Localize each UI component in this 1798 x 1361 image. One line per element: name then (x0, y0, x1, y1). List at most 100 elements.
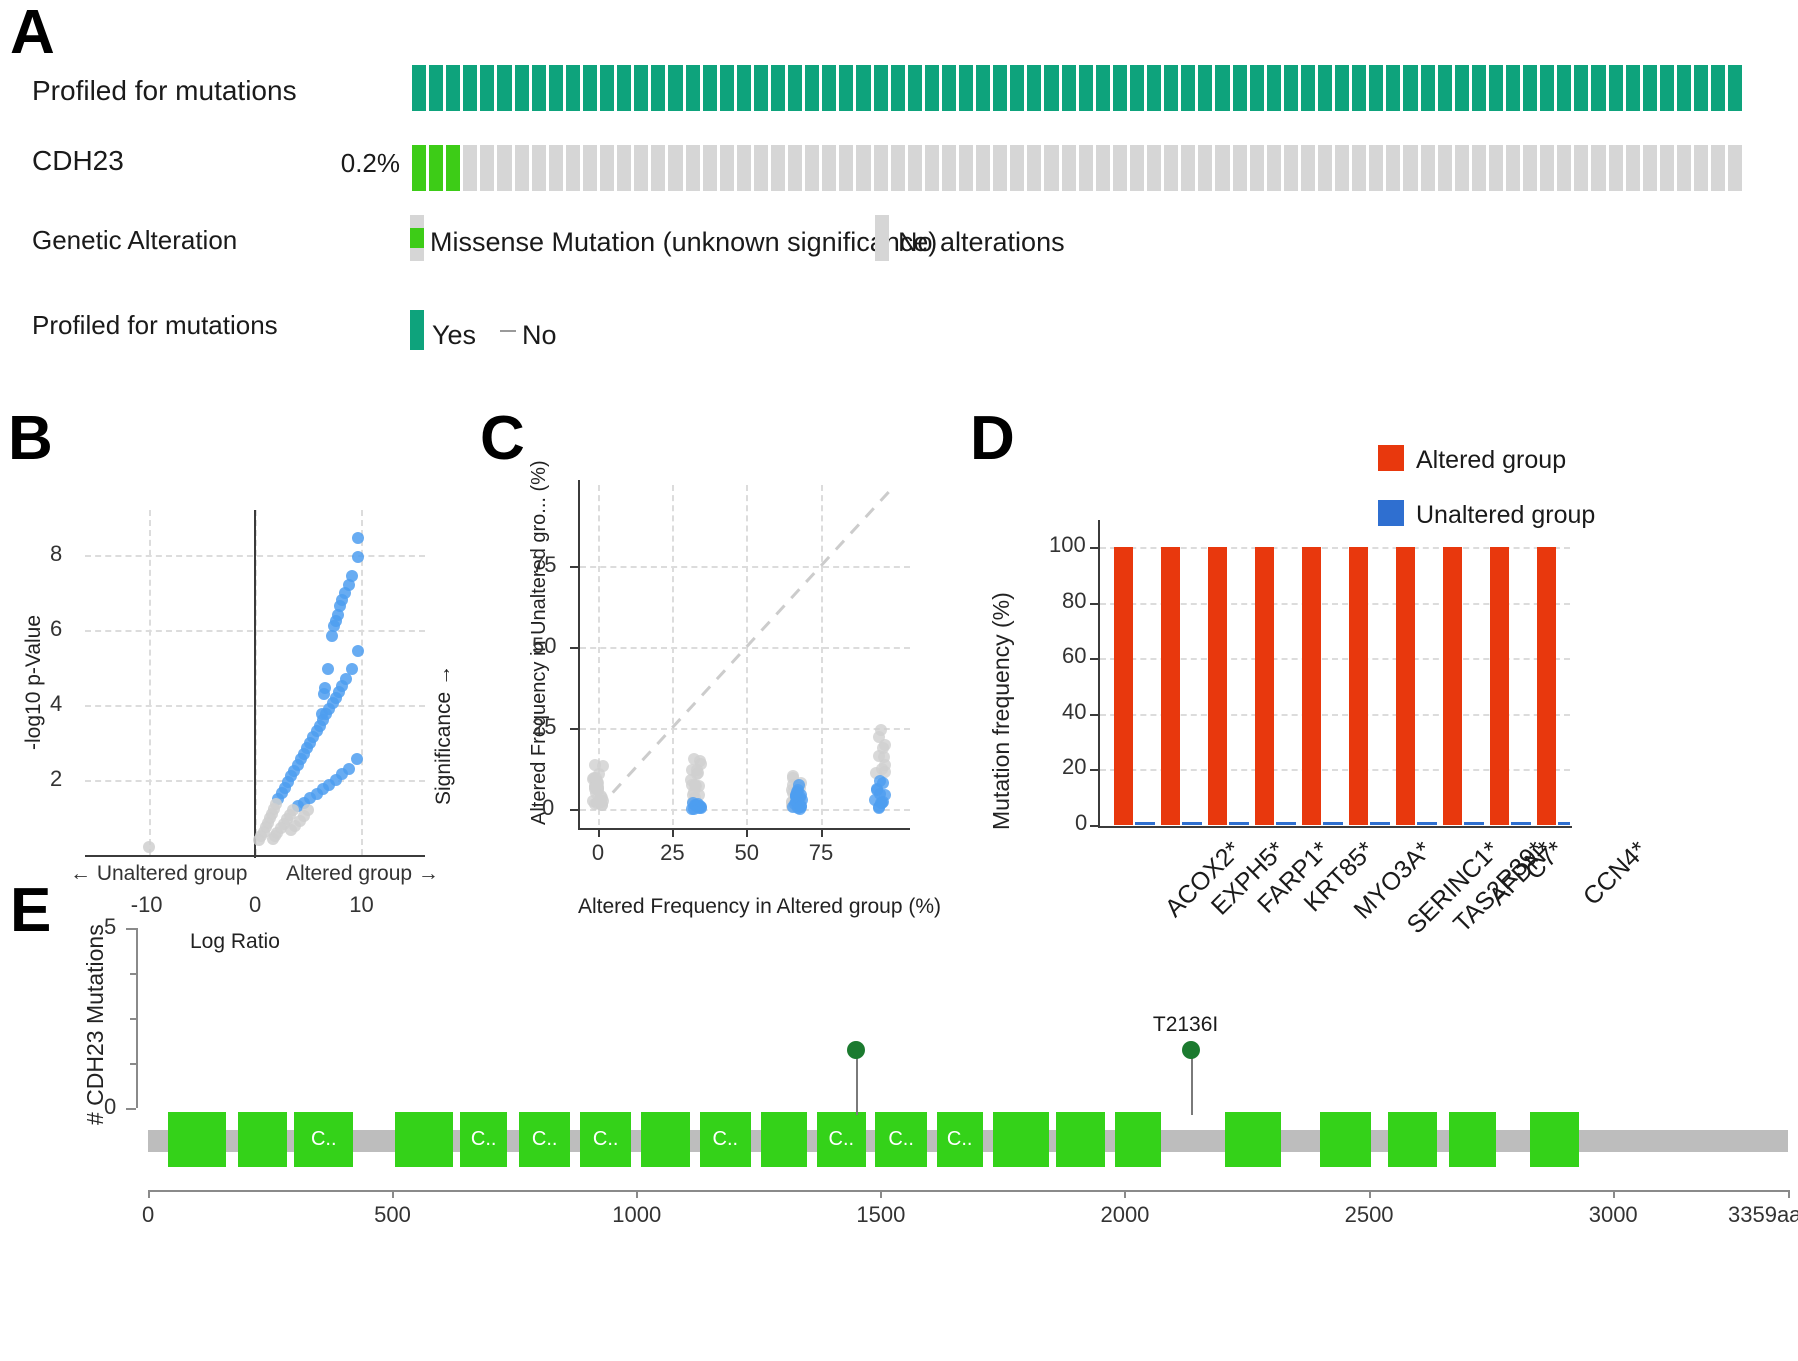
oncoprint-cell-gene[interactable] (770, 145, 786, 191)
oncoprint-cell-profiled[interactable] (976, 65, 991, 111)
oncoprint-cell-profiled[interactable] (1215, 65, 1230, 111)
oncoprint-cell-gene[interactable] (1471, 145, 1486, 191)
oncoprint-cell-gene[interactable] (1232, 145, 1247, 191)
oncoprint-cell-gene[interactable] (1129, 145, 1145, 191)
panel-d-bar-unaltered[interactable] (1370, 822, 1391, 825)
oncoprint-cell-gene[interactable] (1454, 145, 1469, 191)
panel-e-domain-0[interactable] (167, 1112, 227, 1167)
oncoprint-cell-gene[interactable] (1078, 145, 1093, 191)
oncoprint-cell-gene[interactable] (1164, 145, 1179, 191)
oncoprint-cell-gene[interactable] (548, 145, 563, 191)
oncoprint-cell-profiled[interactable] (1061, 65, 1076, 111)
oncoprint-cell-gene[interactable] (1591, 145, 1606, 191)
panel-e-domain-5[interactable]: C.. (519, 1112, 571, 1167)
oncoprint-cell-profiled[interactable] (770, 65, 786, 111)
panel-e-domain-13[interactable] (992, 1112, 1049, 1167)
panel-e-lollipop-head-1[interactable] (1181, 1041, 1200, 1059)
oncoprint-cell-gene[interactable] (668, 145, 683, 191)
oncoprint-cell-profiled[interactable] (1369, 65, 1384, 111)
oncoprint-cell-profiled[interactable] (924, 65, 939, 111)
oncoprint-cell-profiled[interactable] (822, 65, 837, 111)
oncoprint-cell-gene[interactable] (907, 145, 922, 191)
panel-e-domain-6[interactable]: C.. (580, 1112, 632, 1167)
oncoprint-cell-profiled[interactable] (702, 65, 717, 111)
oncoprint-cell-profiled[interactable] (1642, 65, 1657, 111)
oncoprint-cell-profiled[interactable] (890, 65, 905, 111)
oncoprint-cell-profiled[interactable] (856, 65, 871, 111)
oncoprint-cell-gene[interactable] (651, 145, 666, 191)
panel-e-domain-15[interactable] (1114, 1112, 1162, 1167)
oncoprint-cell-profiled[interactable] (412, 65, 427, 111)
panel-c-plot-area[interactable] (580, 485, 910, 825)
oncoprint-cell-profiled[interactable] (839, 65, 854, 111)
panel-e-protein-track[interactable]: C.. C.. C.. C.. C.. C.. C.. C.. (148, 1112, 1788, 1167)
oncoprint-cell-gene[interactable] (788, 145, 803, 191)
panel-d-bar-unaltered[interactable] (1182, 822, 1203, 825)
panel-d-bar-altered[interactable] (1348, 547, 1369, 825)
oncoprint-cell-profiled[interactable] (685, 65, 700, 111)
panel-e-domain-2[interactable]: C.. (294, 1112, 354, 1167)
oncoprint-cell-gene[interactable] (1437, 145, 1452, 191)
panel-d-bar-altered[interactable] (1536, 547, 1557, 825)
oncoprint-cell-profiled[interactable] (1711, 65, 1726, 111)
oncoprint-cell-profiled[interactable] (1591, 65, 1606, 111)
oncoprint-cell-profiled[interactable] (1147, 65, 1162, 111)
oncoprint-cell-gene[interactable] (1027, 145, 1042, 191)
panel-e-domain-18[interactable] (1388, 1112, 1437, 1167)
oncoprint-cell-profiled[interactable] (565, 65, 580, 111)
oncoprint-cell-profiled[interactable] (753, 65, 768, 111)
oncoprint-cell-gene[interactable] (1659, 145, 1674, 191)
oncoprint-cell-profiled[interactable] (1420, 65, 1435, 111)
oncoprint-cell-gene[interactable] (1488, 145, 1503, 191)
oncoprint-cell-gene[interactable] (1198, 145, 1213, 191)
oncoprint-cell-profiled[interactable] (1027, 65, 1042, 111)
oncoprint-cell-gene[interactable] (1061, 145, 1076, 191)
oncoprint-cell-profiled[interactable] (1659, 65, 1674, 111)
oncoprint-cell-gene[interactable] (1335, 145, 1350, 191)
oncoprint-cell-gene[interactable] (1557, 145, 1572, 191)
oncoprint-cell-profiled[interactable] (1078, 65, 1093, 111)
oncoprint-cell-profiled[interactable] (907, 65, 922, 111)
oncoprint-cell-profiled[interactable] (1540, 65, 1555, 111)
oncoprint-cell-gene[interactable] (1403, 145, 1418, 191)
oncoprint-cell-profiled[interactable] (788, 65, 803, 111)
oncoprint-cell-gene[interactable] (1625, 145, 1640, 191)
panel-d-bar-altered[interactable] (1160, 547, 1181, 825)
oncoprint-cell-gene[interactable] (1317, 145, 1333, 191)
oncoprint-cell-gene[interactable] (890, 145, 905, 191)
oncoprint-cell-gene[interactable] (702, 145, 717, 191)
oncoprint-cell-profiled[interactable] (1010, 65, 1025, 111)
oncoprint-cell-gene[interactable] (1506, 145, 1521, 191)
oncoprint-cell-gene[interactable] (1676, 145, 1692, 191)
panel-d-plot-area[interactable] (1100, 525, 1570, 825)
oncoprint-cell-gene[interactable] (446, 145, 461, 191)
oncoprint-cell-profiled[interactable] (1471, 65, 1486, 111)
panel-d-bar-unaltered[interactable] (1558, 822, 1570, 825)
oncoprint-cell-gene[interactable] (839, 145, 854, 191)
oncoprint-cell-gene[interactable] (1642, 145, 1657, 191)
panel-d-bar-altered[interactable] (1442, 547, 1463, 825)
oncoprint-cell-gene[interactable] (736, 145, 751, 191)
oncoprint-cell-profiled[interactable] (1181, 65, 1196, 111)
oncoprint-cell-profiled[interactable] (1300, 65, 1315, 111)
oncoprint-cell-gene[interactable] (1215, 145, 1230, 191)
oncoprint-cell-gene[interactable] (1181, 145, 1196, 191)
oncoprint-cell-gene[interactable] (1095, 145, 1110, 191)
oncoprint-cell-gene[interactable] (1283, 145, 1298, 191)
oncoprint-cell-gene[interactable] (514, 145, 529, 191)
oncoprint-cell-gene[interactable] (822, 145, 837, 191)
oncoprint-cell-gene[interactable] (1147, 145, 1162, 191)
oncoprint-cell-gene[interactable] (617, 145, 632, 191)
panel-e-domain-20[interactable] (1529, 1112, 1579, 1167)
panel-d-bar-altered[interactable] (1489, 547, 1510, 825)
panel-d-bar-unaltered[interactable] (1417, 822, 1438, 825)
panel-e-domain-4[interactable]: C.. (460, 1112, 507, 1167)
oncoprint-cell-profiled[interactable] (1335, 65, 1350, 111)
oncoprint-cell-gene[interactable] (582, 145, 598, 191)
oncoprint-cell-gene[interactable] (531, 145, 546, 191)
oncoprint-cell-profiled[interactable] (1454, 65, 1469, 111)
panel-e-domain-8[interactable]: C.. (699, 1112, 751, 1167)
panel-d-bar-unaltered[interactable] (1229, 822, 1250, 825)
oncoprint-cell-profiled[interactable] (582, 65, 598, 111)
oncoprint-cell-profiled[interactable] (1506, 65, 1521, 111)
